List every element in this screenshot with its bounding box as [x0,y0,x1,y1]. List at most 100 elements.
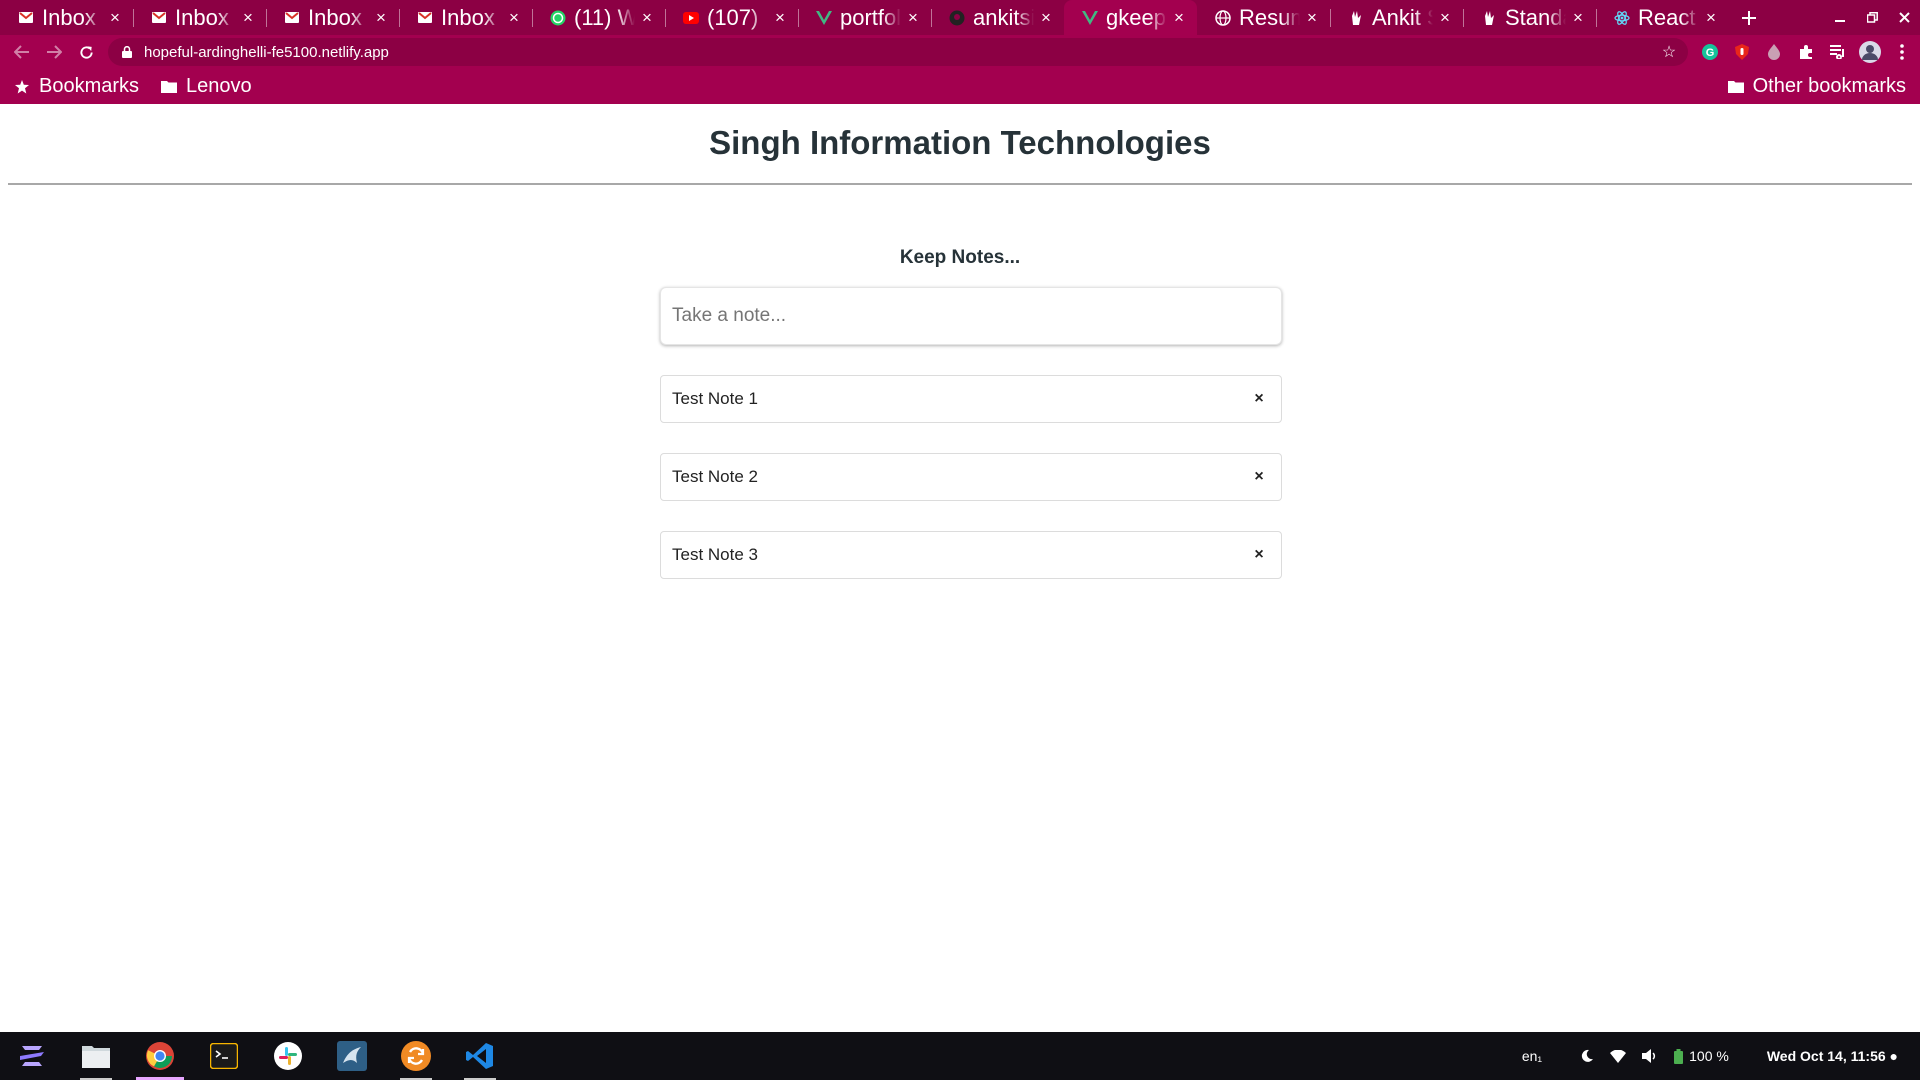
update-icon[interactable] [384,1032,448,1080]
bookmark-bookmarks[interactable]: Bookmarks [0,69,147,104]
star-icon [14,79,30,95]
whatsapp-icon [550,10,566,26]
battery-percent: 100 % [1689,1048,1729,1064]
web-page: Singh Information Technologies Keep Note… [0,104,1920,1032]
browser-menu-icon[interactable] [1886,35,1918,69]
minimize-button[interactable] [1824,0,1856,35]
terminal-icon[interactable] [192,1032,256,1080]
tab-close-icon[interactable]: × [1437,8,1453,27]
minimize-icon [1835,19,1845,22]
chrome-icon[interactable] [128,1032,192,1080]
tab-close-icon[interactable]: × [240,8,256,27]
tab-close-icon[interactable]: × [1038,8,1054,27]
folder-icon [161,79,178,95]
tab-youtube[interactable]: (107) × [665,0,798,35]
tab-resume[interactable]: Resum × [1197,0,1330,35]
vue-icon [816,10,832,26]
files-icon[interactable] [64,1032,128,1080]
note-input[interactable] [660,287,1282,345]
bookmarks-bar: Bookmarks Lenovo Other bookmarks [0,69,1920,104]
tab-close-icon[interactable]: × [1171,8,1187,27]
media-queue-icon[interactable] [1822,35,1854,69]
gmail-icon [417,10,433,26]
system-tray: en₁ 100 % Wed Oct 14, 11:56 ● [1514,1032,1920,1080]
tab-title: ankitsir [973,4,1034,30]
night-light-icon[interactable] [1572,1032,1602,1080]
bookmark-star-icon[interactable]: ☆ [1660,43,1678,61]
tab-title: Inbox ( [175,4,236,30]
note-card: Test Note 2 × [660,453,1282,501]
window-controls [1824,0,1920,35]
plus-icon [1742,10,1756,25]
clock[interactable]: Wed Oct 14, 11:56 ● [1737,1032,1906,1080]
section-heading: Keep Notes... [899,247,1021,268]
tab-close-icon[interactable]: × [506,8,522,27]
vscode-icon[interactable] [448,1032,512,1080]
mysql-workbench-icon[interactable] [320,1032,384,1080]
tab-title: React A [1638,4,1699,30]
reload-button[interactable] [70,36,102,68]
tab-standard[interactable]: Standa × [1463,0,1596,35]
tab-close-icon[interactable]: × [905,8,921,27]
slack-icon[interactable] [256,1032,320,1080]
tab-inbox-4[interactable]: Inbox ( × [399,0,532,35]
keyboard-layout-indicator[interactable]: en₁ [1514,1032,1572,1080]
tab-close-icon[interactable]: × [639,8,655,27]
battery-icon [1674,1048,1684,1064]
delete-note-button[interactable]: × [1248,388,1270,410]
adblock-icon[interactable] [1726,35,1758,69]
github-icon [949,10,965,26]
zorin-menu-icon[interactable] [0,1032,64,1080]
tab-title: (107) [707,4,759,30]
youtube-icon [683,10,699,26]
tab-close-icon[interactable]: × [1570,8,1586,27]
tab-title: (11) Wh [574,4,635,30]
tab-title: Inbox ( [42,4,103,30]
profile-avatar[interactable] [1854,35,1886,69]
tab-title: Ankit S [1372,4,1433,30]
tab-github[interactable]: ankitsir × [931,0,1064,35]
battery-indicator[interactable]: 100 % [1666,1032,1737,1080]
close-window-button[interactable] [1888,0,1920,35]
tab-inbox-3[interactable]: Inbox ( × [266,0,399,35]
bookmark-lenovo[interactable]: Lenovo [147,69,260,104]
svg-text:G: G [1706,47,1715,59]
tab-close-icon[interactable]: × [1703,8,1719,27]
delete-note-button[interactable]: × [1248,544,1270,566]
address-bar[interactable]: hopeful-ardinghelli-fe5100.netlify.app ☆ [108,38,1688,66]
tab-close-icon[interactable]: × [107,8,123,27]
extensions-puzzle-icon[interactable] [1790,35,1822,69]
tab-inbox-2[interactable]: Inbox ( × [133,0,266,35]
grammarly-icon[interactable]: G [1694,35,1726,69]
gmail-icon [151,10,167,26]
tab-close-icon[interactable]: × [373,8,389,27]
new-tab-button[interactable] [1729,0,1769,35]
tab-inbox-1[interactable]: Inbox ( × [0,0,133,35]
restore-icon [1866,12,1878,23]
note-text: Test Note 1 [672,389,758,408]
tab-gkeep[interactable]: gkeep × [1064,0,1197,35]
wifi-icon[interactable] [1602,1032,1634,1080]
header-divider [8,183,1912,185]
tab-portfolio[interactable]: portfoli × [798,0,931,35]
tab-close-icon[interactable]: × [1304,8,1320,27]
tab-title: portfoli [840,4,901,30]
forward-button[interactable] [38,36,70,68]
volume-icon[interactable] [1634,1032,1666,1080]
note-text: Test Note 3 [672,545,758,564]
tab-whatsapp[interactable]: (11) Wh × [532,0,665,35]
back-button[interactable] [6,36,38,68]
tab-title: Inbox ( [308,4,369,30]
tab-ankit[interactable]: Ankit S × [1330,0,1463,35]
browser-tab-strip: Inbox ( × Inbox ( × Inbox ( × Inbox ( × … [0,0,1920,35]
bookmark-other-bookmarks[interactable]: Other bookmarks [1714,69,1920,104]
bookmark-label: Bookmarks [39,75,140,97]
lock-icon [120,45,134,59]
restore-button[interactable] [1856,0,1888,35]
vpn-extension-icon[interactable] [1758,35,1790,69]
tab-close-icon[interactable]: × [772,8,788,27]
bookmark-label: Other bookmarks [1752,75,1906,97]
tab-react[interactable]: React A × [1596,0,1729,35]
delete-note-button[interactable]: × [1248,466,1270,488]
gmail-icon [18,10,34,26]
